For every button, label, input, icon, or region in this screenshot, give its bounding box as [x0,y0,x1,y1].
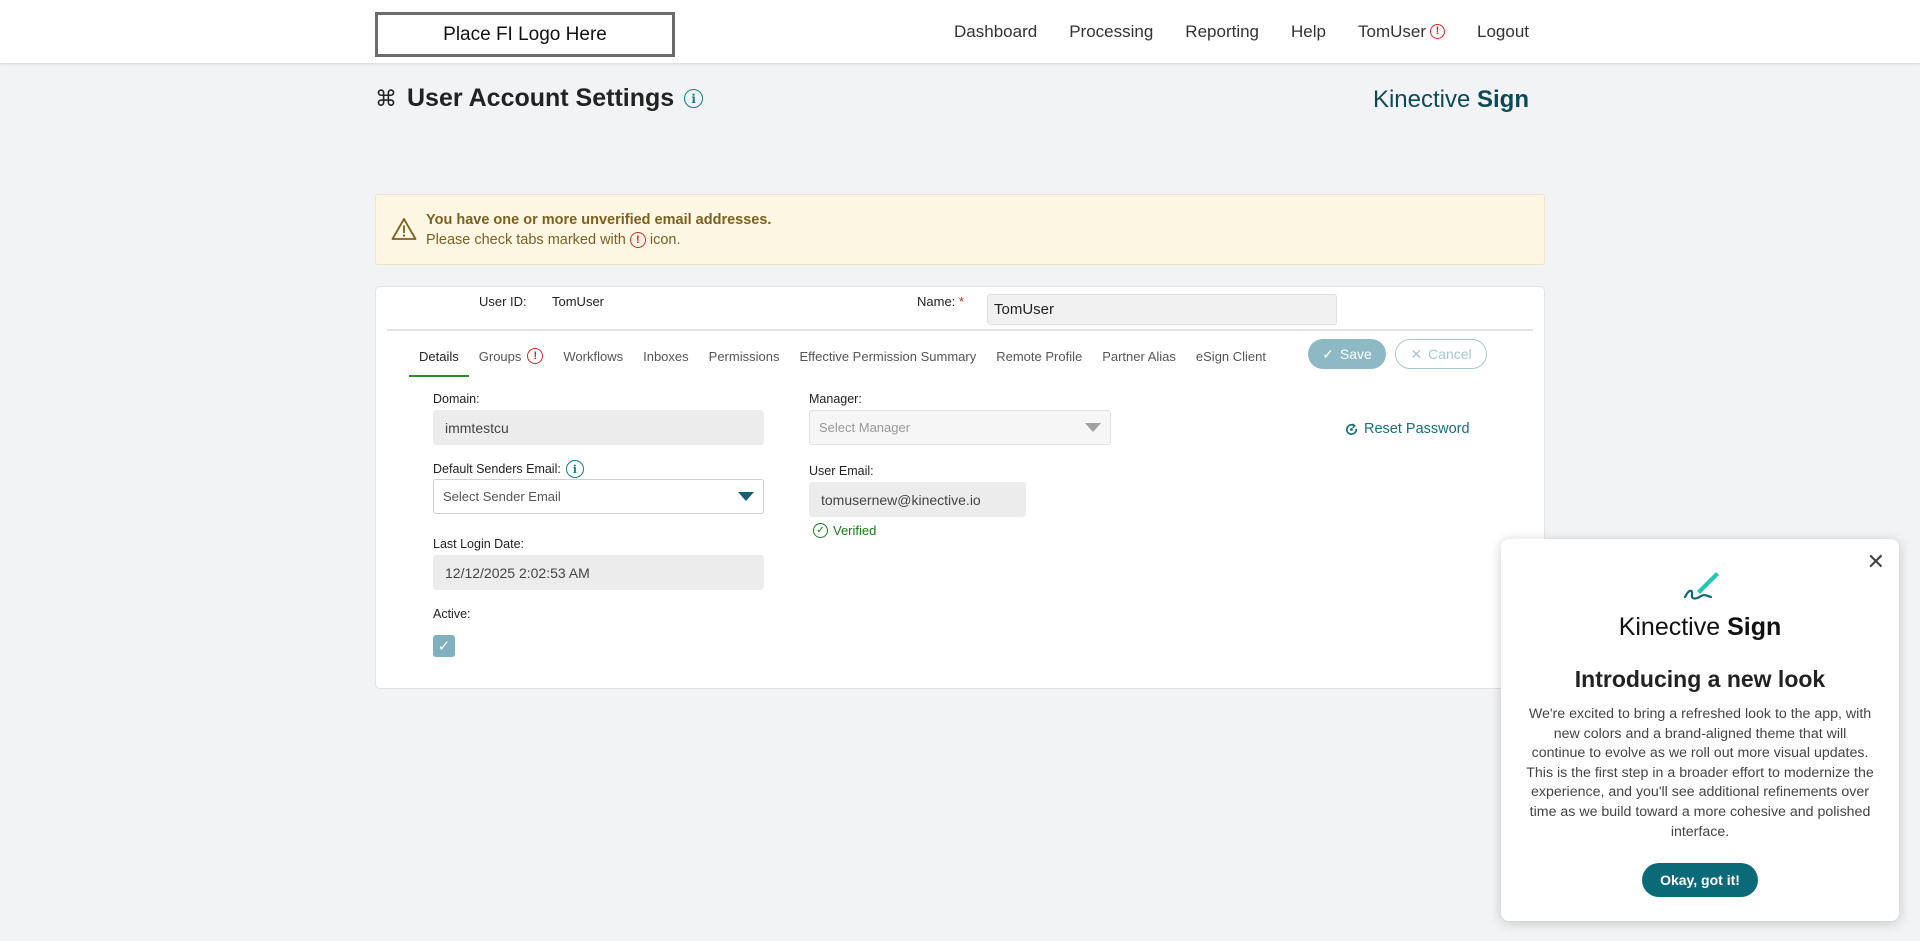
alert-icon: ! [629,232,646,248]
brand-light-text: Kinective [1372,86,1471,113]
name-label-text: Name: [917,294,956,309]
info-icon[interactable]: i [684,89,704,108]
brand-logo: Kinective Sign [1373,86,1529,114]
tab-partner-alias[interactable]: Partner Alias [1092,335,1186,377]
alert-icon: ! [527,348,544,364]
default-senders-email-select[interactable]: Select Sender Email [433,479,764,514]
user-email-label: User Email: [809,464,874,478]
warning-title: You have one or more unverified email ad… [426,212,772,228]
close-icon[interactable]: ✕ [1867,549,1885,575]
tab-esign-client[interactable]: eSign Client [1186,335,1276,377]
verified-status: ✓ Verified [813,523,876,538]
cancel-button-label: Cancel [1428,346,1472,362]
check-circle-icon: ✓ [813,523,828,538]
reset-password-label: Reset Password [1364,421,1470,437]
check-icon: ✓ [437,638,451,655]
tab-details[interactable]: Details [409,335,469,377]
cancel-button[interactable]: ✕ Cancel [1395,339,1487,369]
tab-effective-permission-summary[interactable]: Effective Permission Summary [789,335,986,377]
nav-logout[interactable]: Logout [1477,22,1529,42]
tab-groups[interactable]: Groups ! [469,335,554,377]
domain-label: Domain: [433,392,480,406]
main-nav: Dashboard Processing Reporting Help TomU… [954,0,1529,63]
active-label: Active: [433,607,471,621]
nav-dashboard[interactable]: Dashboard [954,22,1037,42]
info-icon[interactable]: i [565,460,584,478]
close-icon: ✕ [1410,345,1423,362]
warning-text-before: Please check tabs marked with [426,232,626,248]
tab-permissions[interactable]: Permissions [699,335,790,377]
name-label: Name: * [917,294,964,309]
new-look-popup: ✕ Kinective Sign Introducing a new look … [1501,539,1899,921]
popup-title: Introducing a new look [1574,666,1826,692]
default-senders-email-placeholder: Select Sender Email [443,489,561,504]
last-login-field: 12/12/2025 2:02:53 AM [433,555,764,590]
manager-placeholder: Select Manager [819,420,911,435]
alert-icon: ! [1430,24,1445,39]
tab-inboxes[interactable]: Inboxes [633,335,699,377]
verified-text: Verified [833,523,877,538]
reset-icon [1345,423,1358,435]
warning-triangle-icon [391,218,417,240]
active-checkbox[interactable]: ✓ [433,635,455,657]
name-input[interactable]: TomUser [987,294,1337,325]
brand-bold-text: Sign [1477,86,1529,113]
default-senders-email-label: Default Senders Email: i [433,460,584,478]
nav-help[interactable]: Help [1291,22,1326,42]
popup-brand-bold: Sign [1727,613,1782,641]
page-title: User Account Settings [407,84,675,112]
popup-brand: Kinective Sign [1501,613,1899,642]
user-email-field: tomusernew@kinective.io [809,482,1026,517]
user-id-value: TomUser [552,294,605,309]
warning-text: Please check tabs marked with ! icon. [426,232,681,248]
default-senders-email-label-text: Default Senders Email: [433,462,561,476]
save-button[interactable]: ✓ Save [1308,339,1386,369]
tab-groups-label: Groups [478,348,522,364]
last-login-label: Last Login Date: [433,537,525,551]
signature-pen-icon [1683,572,1719,600]
user-id-label: User ID: [479,294,527,309]
domain-field: immtestcu [433,410,764,445]
required-asterisk: * [958,294,964,309]
warning-text-after: icon. [649,232,681,248]
nav-processing[interactable]: Processing [1069,22,1153,42]
reset-password-link[interactable]: Reset Password [1344,421,1470,437]
page-title-row: ⌘ User Account Settings i [375,84,704,113]
save-button-label: Save [1339,346,1372,362]
top-navbar: Place FI Logo Here Dashboard Processing … [0,0,1920,63]
okay-got-it-button[interactable]: Okay, got it! [1642,863,1758,897]
unverified-email-warning: You have one or more unverified email ad… [375,194,1545,265]
settings-tabs: Details Groups ! Workflows Inboxes Permi… [409,335,1276,377]
check-icon: ✓ [1322,345,1334,362]
nav-user-menu[interactable]: TomUser ! [1358,22,1445,42]
manager-select[interactable]: Select Manager [809,410,1111,445]
nav-reporting[interactable]: Reporting [1185,22,1259,42]
tab-workflows[interactable]: Workflows [553,335,633,377]
tab-remote-profile[interactable]: Remote Profile [986,335,1092,377]
divider [387,329,1533,331]
popup-body: We're excited to bring a refreshed look … [1526,706,1874,840]
chevron-down-icon [738,492,754,501]
manager-label: Manager: [809,392,862,406]
nav-user-label: TomUser [1357,21,1426,41]
command-icon: ⌘ [375,85,397,111]
chevron-down-icon [1085,423,1101,432]
popup-brand-light: Kinective [1618,613,1721,641]
fi-logo-placeholder[interactable]: Place FI Logo Here [375,12,675,57]
user-settings-card: User ID: TomUser Name: * TomUser Details… [375,286,1545,689]
